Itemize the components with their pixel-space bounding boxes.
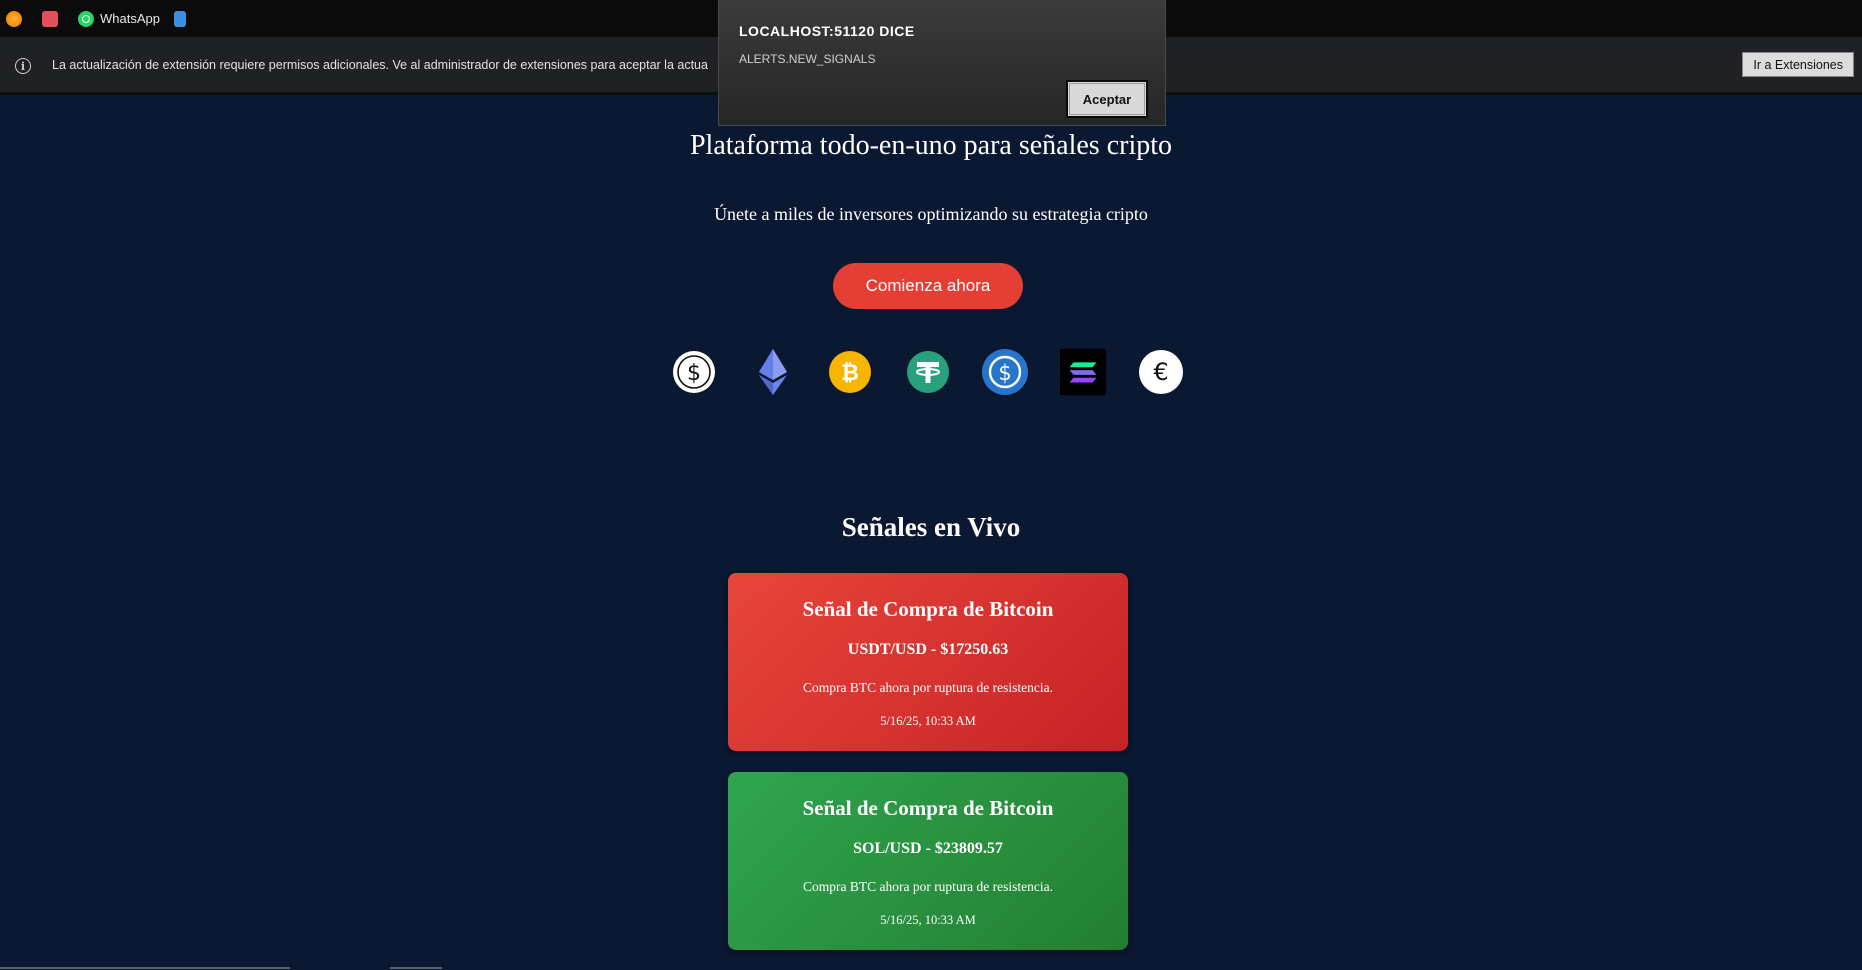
svg-text:$: $ <box>998 361 1011 385</box>
signal-card[interactable]: Señal de Compra de Bitcoin USDT/USD - $1… <box>728 573 1128 751</box>
signal-timestamp: 5/16/25, 10:33 AM <box>880 913 976 927</box>
signal-pair-price: SOL/USD - $23809.57 <box>853 840 1003 857</box>
live-signals-heading: Señales en Vivo <box>841 512 1021 542</box>
bookmark-document[interactable] <box>173 10 192 27</box>
signal-title: Señal de Compra de Bitcoin <box>802 796 1054 820</box>
go-to-extensions-button[interactable]: Ir a Extensiones <box>1742 52 1854 77</box>
dialog-title: LOCALHOST:51120 DICE <box>739 23 915 39</box>
signal-timestamp: 5/16/25, 10:33 AM <box>880 714 976 728</box>
start-now-button[interactable]: Comienza ahora <box>833 263 1023 309</box>
signal-title: Señal de Compra de Bitcoin <box>802 597 1054 621</box>
svg-text:$: $ <box>687 361 701 386</box>
solana-icon <box>1060 349 1106 395</box>
infobar-message: La actualización de extensión requiere p… <box>52 58 708 72</box>
info-icon: i <box>15 58 31 74</box>
signal-pair-price: USDT/USD - $17250.63 <box>847 641 1009 658</box>
scrollbar-segment <box>390 967 442 969</box>
dialog-message: ALERTS.NEW_SIGNALS <box>739 52 876 66</box>
accept-button[interactable]: Aceptar <box>1066 80 1148 118</box>
orange-circle-icon <box>6 10 22 27</box>
tether-icon <box>905 349 951 395</box>
document-icon <box>173 10 186 27</box>
whatsapp-icon <box>78 10 94 27</box>
svg-text:₿: ₿ <box>841 361 859 386</box>
hero-title: Plataforma todo-en-uno para señales crip… <box>689 130 1173 161</box>
ethereum-icon <box>750 349 796 395</box>
bookmark-whatsapp-label: WhatsApp <box>100 11 160 26</box>
usd-icon: $ <box>671 349 717 395</box>
euro-icon: € <box>1138 349 1184 395</box>
coin-icons-row: $ ₿ $ € <box>0 349 1862 397</box>
horizontal-scrollbar[interactable] <box>0 967 290 969</box>
signal-card[interactable]: Señal de Compra de Bitcoin SOL/USD - $23… <box>728 772 1128 950</box>
signal-description: Compra BTC ahora por ruptura de resisten… <box>802 879 1054 894</box>
usdc-icon: $ <box>982 349 1028 395</box>
book-icon <box>42 10 58 27</box>
hero-subtitle: Únete a miles de inversores optimizando … <box>714 204 1148 224</box>
svg-text:€: € <box>1153 358 1168 386</box>
alert-dialog: LOCALHOST:51120 DICE ALERTS.NEW_SIGNALS … <box>718 0 1166 126</box>
bookmark-book[interactable] <box>42 10 64 27</box>
signal-description: Compra BTC ahora por ruptura de resisten… <box>802 680 1054 695</box>
bitcoin-icon: ₿ <box>827 349 873 395</box>
bookmark-whatsapp[interactable]: WhatsApp <box>78 10 160 27</box>
bookmark-orange[interactable] <box>6 10 28 27</box>
